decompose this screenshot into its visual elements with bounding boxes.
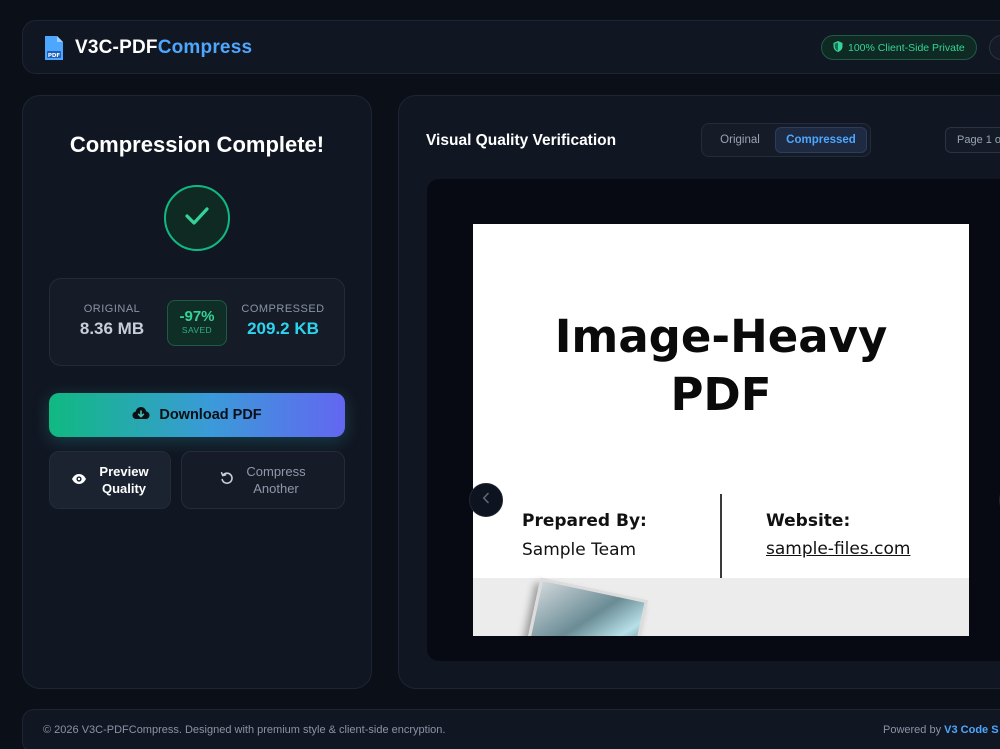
result-title: Compression Complete!: [69, 132, 325, 157]
pdf-file-icon: PDF: [43, 35, 65, 61]
pdf-website-label: Website:: [766, 511, 851, 531]
pdf-preview-viewer: Image-Heavy PDF Prepared By: Sample Team …: [427, 179, 1000, 661]
compressed-stat: COMPRESSED 209.2 KB: [238, 303, 328, 339]
cloud-download-icon: [132, 406, 150, 424]
app-header: PDF V3C-PDFCompress 100% Client-Side Pri…: [22, 20, 1000, 74]
original-size: 8.36 MB: [79, 319, 145, 338]
rotate-ccw-icon: [220, 471, 234, 489]
success-indicator: [164, 185, 230, 251]
compress-another-button[interactable]: Compress Another: [181, 451, 345, 509]
privacy-badge: 100% Client-Side Private: [821, 35, 977, 60]
pdf-page-preview: Image-Heavy PDF Prepared By: Sample Team …: [473, 224, 969, 636]
check-icon: [184, 206, 210, 231]
app-footer: © 2026 V3C-PDFCompress. Designed with pr…: [22, 709, 1000, 749]
preview-quality-label: Preview Quality: [99, 464, 149, 496]
download-pdf-button[interactable]: Download PDF: [49, 393, 345, 437]
shield-icon: [833, 40, 843, 55]
toggle-compressed[interactable]: Compressed: [775, 127, 867, 153]
header-action-button[interactable]: [989, 35, 1000, 60]
footer-powered-by: Powered by V3 Code S: [883, 724, 999, 736]
compressed-size: 209.2 KB: [247, 319, 319, 338]
saved-label: SAVED: [181, 325, 213, 335]
footer-brand-link[interactable]: V3 Code S: [944, 724, 998, 736]
saved-badge: -97% SAVED: [167, 300, 227, 346]
footer-copyright: © 2026 V3C-PDFCompress. Designed with pr…: [43, 724, 446, 736]
compress-another-label: Compress Another: [246, 464, 306, 496]
pdf-title: Image-Heavy PDF: [554, 310, 888, 421]
compressed-label: COMPRESSED: [241, 303, 325, 315]
pdf-prepared-label: Prepared By:: [522, 511, 647, 531]
view-toggle: Original Compressed: [701, 123, 871, 157]
pdf-prepared-value: Sample Team: [522, 540, 637, 560]
pdf-website-value: sample-files.com: [766, 539, 911, 559]
eye-icon: [71, 472, 87, 489]
preview-quality-button[interactable]: Preview Quality: [49, 451, 171, 509]
original-label: ORIGINAL: [83, 303, 141, 315]
previous-page-button[interactable]: [469, 483, 503, 517]
privacy-badge-label: 100% Client-Side Private: [848, 41, 965, 54]
app-title: V3C-PDFCompress: [75, 37, 253, 58]
quality-verification-panel: Visual Quality Verification Original Com…: [398, 95, 1000, 689]
svg-text:PDF: PDF: [48, 53, 61, 59]
page-indicator: Page 1 of: [945, 127, 1000, 153]
size-stats: ORIGINAL 8.36 MB -97% SAVED COMPRESSED 2…: [49, 278, 345, 366]
toggle-original[interactable]: Original: [706, 127, 774, 153]
app-logo[interactable]: PDF V3C-PDFCompress: [43, 35, 252, 61]
original-stat: ORIGINAL 8.36 MB: [72, 303, 152, 339]
verification-title: Visual Quality Verification: [426, 132, 617, 149]
download-pdf-label: Download PDF: [159, 407, 262, 423]
saved-percent: -97%: [179, 308, 215, 325]
result-panel: Compression Complete! ORIGINAL 8.36 MB -…: [22, 95, 372, 689]
chevron-left-icon: [482, 491, 490, 509]
